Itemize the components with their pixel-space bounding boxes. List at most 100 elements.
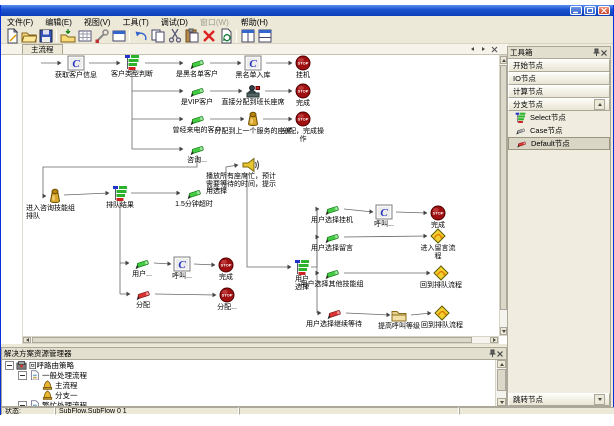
toolbar-undo-button[interactable] xyxy=(132,28,149,43)
maximize-button[interactable] xyxy=(584,6,596,15)
toolbox-category[interactable]: 计算节点 xyxy=(508,85,610,98)
flow-doc-icon xyxy=(29,400,40,406)
tool-bar xyxy=(1,28,613,44)
toolbox-item-case-[interactable]: Case节点 xyxy=(508,124,610,137)
menu-item[interactable]: 调试(D) xyxy=(155,17,194,28)
default-icon xyxy=(133,287,153,301)
toolbar-copy-button[interactable] xyxy=(149,28,166,43)
menu-item[interactable]: 文件(F) xyxy=(1,17,39,28)
toolbox-category-label: 计算节点 xyxy=(513,86,543,97)
tree-item[interactable]: 主流程 xyxy=(3,380,494,390)
toolbar-open-folder-button[interactable] xyxy=(20,28,37,43)
toolbox-category[interactable]: 分支节点 xyxy=(508,98,610,111)
stop-icon: STOP xyxy=(219,287,235,303)
scroll-up-button[interactable] xyxy=(594,99,605,110)
case-icon xyxy=(187,142,207,156)
minimize-button[interactable] xyxy=(570,6,582,15)
toolbar-separator xyxy=(56,30,57,42)
explorer-scrollbar[interactable] xyxy=(495,360,506,406)
tree-expander[interactable] xyxy=(18,371,27,380)
toolbox-category[interactable]: 开始节点 xyxy=(508,59,610,72)
toolbar-build-button[interactable] xyxy=(93,28,110,43)
node-label: 完成 xyxy=(194,274,258,282)
toolbar-window-vertical-button[interactable] xyxy=(256,28,273,43)
refresh-icon xyxy=(218,28,234,44)
menu-bar: 文件(F)编辑(E)视图(V)工具(T)调试(D)窗口(W)帮助(H) xyxy=(1,16,613,28)
node-label: 用户选择其他技能组 xyxy=(298,281,366,289)
title-bar[interactable] xyxy=(1,5,613,16)
scroll-down-button[interactable] xyxy=(594,394,605,405)
tab-main-flow[interactable]: 主流程 xyxy=(22,44,63,54)
node-label: 播放所有座席忙，预计需要等待的时间，提示用选择 xyxy=(206,173,280,196)
toolbar-grid-button[interactable] xyxy=(76,28,93,43)
toolbox-item-default-[interactable]: Default节点 xyxy=(508,137,610,150)
pin-icon[interactable] xyxy=(488,349,496,358)
case-icon xyxy=(322,202,342,216)
tab-scroll-left-button[interactable] xyxy=(468,45,476,53)
toolbar-new-file-button[interactable] xyxy=(3,28,20,43)
explorer-title: 解决方案资源管理器 xyxy=(4,348,488,359)
tab-close-button[interactable] xyxy=(490,45,498,53)
save-icon xyxy=(38,28,54,44)
flow-canvas[interactable]: C获取客户信息客户类型判断是黑名单客户C黑名单入库STOP挂机是VIP客户直接分… xyxy=(22,55,499,336)
svg-text:STOP: STOP xyxy=(433,211,444,216)
case-dark-icon xyxy=(514,125,527,136)
toolbar-paste-button[interactable] xyxy=(183,28,200,43)
menu-item[interactable]: 视图(V) xyxy=(78,17,117,28)
node-label: 分配，完成操作 xyxy=(280,128,326,143)
app-window: 文件(F)编辑(E)视图(V)工具(T)调试(D)窗口(W)帮助(H) 主流程 … xyxy=(0,5,614,415)
goto-icon xyxy=(434,305,450,321)
tree-expander[interactable] xyxy=(5,361,14,370)
copy-icon xyxy=(150,28,166,44)
tree-item[interactable]: 分支一 xyxy=(3,390,494,400)
menu-item[interactable]: 工具(T) xyxy=(117,17,155,28)
select-icon xyxy=(124,55,140,70)
close-icon[interactable] xyxy=(496,350,504,358)
toolbox-item-select-[interactable]: Select节点 xyxy=(508,111,610,124)
toolbar-window-horizontal-button[interactable] xyxy=(239,28,256,43)
toolbox-title: 工具箱 xyxy=(510,47,592,58)
window-horizontal-icon xyxy=(240,28,256,44)
select-icon xyxy=(112,185,128,201)
cbox-icon: C xyxy=(173,256,191,272)
node-label: 客户类型判断 xyxy=(100,71,164,79)
tree-item[interactable]: 繁忙处理流程 xyxy=(3,400,494,406)
canvas-horizontal-scrollbar[interactable] xyxy=(22,336,499,344)
stop-icon: STOP xyxy=(295,111,311,127)
solution-explorer-panel: 解决方案资源管理器 回呼路由策略一般处理流程主流程分支一繁忙处理流程主流程 xyxy=(1,347,507,407)
tree-item[interactable]: 一般处理流程 xyxy=(3,370,494,380)
toolbox-category-jump[interactable]: 跳转节点 xyxy=(508,393,610,406)
toolbar-save-button[interactable] xyxy=(37,28,54,43)
build-icon xyxy=(94,28,110,44)
tree-item[interactable]: 回呼路由策略 xyxy=(3,360,494,370)
node-label: 进入留言流程 xyxy=(419,245,457,260)
close-icon[interactable] xyxy=(600,49,608,57)
toolbar-import-folder-button[interactable] xyxy=(59,28,76,43)
toolbar-form-window-button[interactable] xyxy=(110,28,127,43)
toolbar-delete-button[interactable] xyxy=(200,28,217,43)
tree-expander[interactable] xyxy=(18,401,27,407)
toolbox-category[interactable]: IO节点 xyxy=(508,72,610,85)
menu-item[interactable]: 编辑(E) xyxy=(39,17,78,28)
agent-icon xyxy=(245,84,261,98)
goto-icon xyxy=(430,228,446,244)
stop-icon: STOP xyxy=(218,257,234,273)
toolbar-cut-button[interactable] xyxy=(166,28,183,43)
tab-scroll-right-button[interactable] xyxy=(479,45,487,53)
default-icon xyxy=(515,138,528,149)
delete-icon xyxy=(201,28,217,44)
toolbar-refresh-button[interactable] xyxy=(217,28,234,43)
flow-doc-icon xyxy=(29,370,40,380)
node-label: 排队结果 xyxy=(88,202,152,210)
toolbox-category-label: IO节点 xyxy=(513,73,536,84)
paste-icon xyxy=(184,28,200,44)
node-label: 分配... xyxy=(195,304,259,312)
form-window-icon xyxy=(111,28,127,44)
toolbox-item-label: Select节点 xyxy=(530,112,566,123)
menu-item[interactable]: 帮助(H) xyxy=(235,17,274,28)
close-button[interactable] xyxy=(598,6,610,15)
svg-text:STOP: STOP xyxy=(298,117,309,122)
screen: 文件(F)编辑(E)视图(V)工具(T)调试(D)窗口(W)帮助(H) 主流程 … xyxy=(0,0,614,426)
flow-icon xyxy=(42,380,53,390)
pin-icon[interactable] xyxy=(592,48,600,57)
